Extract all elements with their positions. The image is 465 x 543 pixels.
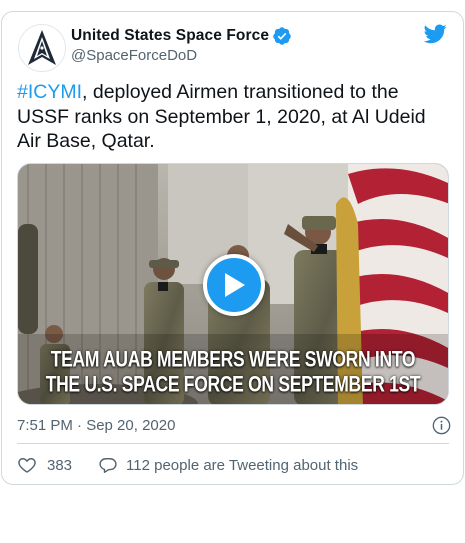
video-media[interactable]: TEAM AUAB MEMBERS WERE SWORN INTO THE U.… [17,163,449,405]
like-count: 383 [47,456,73,474]
verified-badge-icon [272,26,292,46]
tweet-timestamp[interactable]: 7:51 PM · Sep 20, 2020 [17,417,175,434]
video-caption-line-2: THE U.S. SPACE FORCE ON SEPTEMBER 1ST [45,371,421,397]
tweet-card[interactable]: United States Space Force @SpaceForceDoD… [1,11,464,485]
avatar[interactable] [18,24,66,72]
account-handle[interactable]: @SpaceForceDoD [71,47,197,64]
reply-button[interactable]: 112 people are Tweeting about this [98,455,358,475]
video-caption-line-1: TEAM AUAB MEMBERS WERE SWORN INTO [50,346,416,372]
play-button[interactable] [203,254,265,316]
tweet-text: #ICYMI, deployed Airmen transitioned to … [17,80,451,154]
info-icon[interactable] [432,416,451,435]
reply-count-text: 112 people are Tweeting about this [126,456,359,474]
reply-bubble-icon [99,458,117,473]
twitter-bird-icon[interactable] [424,24,447,44]
delta-emblem-icon [28,30,56,65]
display-name[interactable]: United States Space Force [71,27,269,45]
divider [17,443,449,444]
hashtag-link[interactable]: #ICYMI [17,81,82,103]
like-button[interactable]: 383 [17,455,72,475]
play-icon [225,273,245,297]
heart-icon [18,458,36,473]
